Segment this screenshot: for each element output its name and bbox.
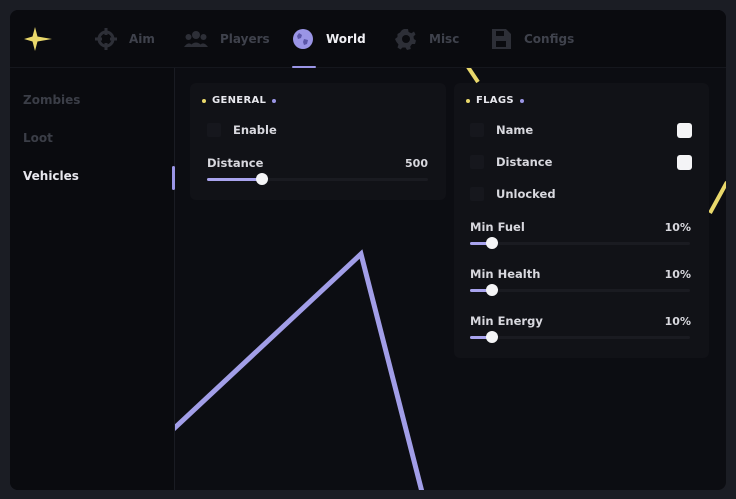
header-dot xyxy=(202,98,206,103)
sidebar-item-loot[interactable]: Loot xyxy=(23,131,53,145)
enable-checkbox[interactable] xyxy=(207,123,221,137)
app-window: Aim Players World Misc Configs Zombies L… xyxy=(10,10,726,490)
min-health-label: Min Health xyxy=(470,267,541,281)
tab-players[interactable]: Players xyxy=(184,10,270,67)
sidebar-item-vehicles[interactable]: Vehicles xyxy=(23,169,79,183)
min-energy-slider[interactable] xyxy=(470,331,690,343)
tab-configs-label: Configs xyxy=(524,31,575,46)
distance-label: Distance xyxy=(207,156,264,170)
enable-label: Enable xyxy=(233,123,277,137)
unlocked-label: Unlocked xyxy=(496,187,556,201)
tab-world[interactable]: World xyxy=(292,10,366,67)
distance-color-swatch[interactable] xyxy=(677,155,692,170)
globe-icon xyxy=(293,28,313,49)
slider-track xyxy=(470,289,690,292)
tab-misc-label: Misc xyxy=(429,31,460,46)
slider-fill xyxy=(207,178,263,181)
tab-world-label: World xyxy=(326,31,366,46)
flag-distance-label: Distance xyxy=(496,155,553,169)
name-label: Name xyxy=(496,123,534,137)
min-health-value: 10% xyxy=(664,268,691,281)
unlocked-checkbox[interactable] xyxy=(470,187,484,201)
tab-players-label: Players xyxy=(220,31,270,46)
general-panel: GENERAL Enable Distance 500 xyxy=(190,83,446,200)
enable-checkbox-row[interactable]: Enable xyxy=(207,123,277,137)
min-health-slider[interactable] xyxy=(470,284,690,296)
tab-aim-label: Aim xyxy=(129,31,155,46)
distance-checkbox[interactable] xyxy=(470,155,484,169)
min-fuel-value: 10% xyxy=(664,221,691,234)
gear-icon xyxy=(395,28,416,50)
sidebar-item-zombies[interactable]: Zombies xyxy=(23,93,80,107)
flags-panel-header: FLAGS xyxy=(466,95,524,106)
header-dot xyxy=(519,98,524,103)
top-navigation: Aim Players World Misc Configs xyxy=(10,10,726,68)
flags-panel-title: FLAGS xyxy=(476,95,514,106)
general-panel-title: GENERAL xyxy=(212,95,267,106)
slider-track xyxy=(470,336,690,339)
name-color-swatch[interactable] xyxy=(677,123,692,138)
min-fuel-slider[interactable] xyxy=(470,237,690,249)
header-dot xyxy=(466,98,470,103)
unlocked-checkbox-row[interactable]: Unlocked xyxy=(470,187,556,201)
name-checkbox[interactable] xyxy=(470,123,484,137)
min-energy-value: 10% xyxy=(664,315,691,328)
name-checkbox-row[interactable]: Name xyxy=(470,123,533,137)
header-dot xyxy=(272,98,277,103)
tab-configs[interactable]: Configs xyxy=(490,10,574,67)
active-tab-indicator xyxy=(292,66,316,68)
tab-misc[interactable]: Misc xyxy=(395,10,459,67)
slider-knob[interactable] xyxy=(486,237,498,249)
min-energy-label: Min Energy xyxy=(470,314,543,328)
sidebar: Zombies Loot Vehicles xyxy=(10,68,175,490)
tab-aim[interactable]: Aim xyxy=(95,10,155,67)
save-icon xyxy=(492,28,511,49)
min-fuel-label: Min Fuel xyxy=(470,220,525,234)
slider-knob[interactable] xyxy=(486,331,498,343)
sparkle-logo-icon xyxy=(24,27,52,51)
distance-value: 500 xyxy=(405,157,428,170)
general-panel-header: GENERAL xyxy=(202,95,277,106)
distance-checkbox-row[interactable]: Distance xyxy=(470,155,552,169)
sidebar-active-indicator xyxy=(172,166,175,190)
slider-knob[interactable] xyxy=(486,284,498,296)
flags-panel: FLAGS Name Distance Unlocked Min Fuel 10… xyxy=(454,83,709,358)
crosshair-icon xyxy=(95,27,117,50)
slider-knob[interactable] xyxy=(256,173,269,185)
slider-track xyxy=(470,242,690,245)
users-icon xyxy=(184,30,208,47)
distance-slider[interactable] xyxy=(207,173,428,185)
